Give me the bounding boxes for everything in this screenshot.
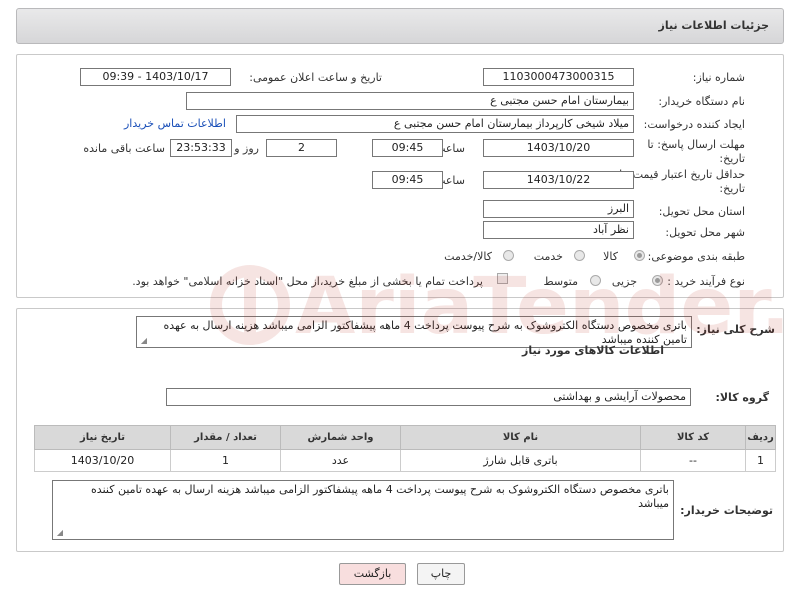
cell-need-date: 1403/10/20: [34, 449, 171, 472]
table-row[interactable]: 1 -- باتری قابل شارژ عدد 1 1403/10/20: [34, 449, 776, 472]
items-table: ردیف کد کالا نام کالا واحد شمارش تعداد /…: [34, 425, 776, 472]
deadline-time-field[interactable]: 09:45: [372, 139, 443, 157]
category-label: طبقه بندی موضوعی:: [647, 250, 745, 263]
requester-field[interactable]: میلاد شیخی کارپرداز بیمارستان امام حسن م…: [236, 115, 634, 133]
category-goods-radio[interactable]: [634, 250, 645, 261]
product-group-label: گروه کالا:: [715, 391, 769, 404]
deadline-date-label: تاریخ:: [719, 152, 745, 165]
category-service-radio[interactable]: [574, 250, 585, 261]
requester-label: ایجاد کننده درخواست:: [643, 118, 745, 131]
price-validity-date-label: تاریخ:: [719, 182, 745, 195]
announce-datetime-field[interactable]: 1403/10/17 - 09:39: [80, 68, 231, 86]
buyer-contact-link[interactable]: اطلاعات تماس خریدار: [124, 117, 226, 130]
resize-grip-icon[interactable]: ◢: [55, 529, 63, 537]
province-field[interactable]: البرز: [483, 200, 634, 218]
col-item-name: نام کالا: [400, 425, 641, 450]
category-service-label: خدمت: [533, 250, 563, 263]
need-number-label: شماره نیاز:: [692, 71, 745, 84]
deadline-label: مهلت ارسال پاسخ: تا: [647, 138, 745, 151]
buyer-org-field[interactable]: بیمارستان امام حسن مجتبی ع: [186, 92, 634, 110]
price-validity-time-field[interactable]: 09:45: [372, 171, 443, 189]
treasury-payment-checkbox[interactable]: [497, 273, 508, 284]
category-goods-service-label: کالا/خدمت: [444, 250, 492, 263]
product-group-field[interactable]: محصولات آرایشی و بهداشتی: [166, 388, 691, 406]
col-item-code: کد کالا: [640, 425, 746, 450]
summary-text: باتری مخصوص دستگاه الکتروشوک به شرح پیوس…: [163, 319, 687, 346]
col-row-number: ردیف: [745, 425, 776, 450]
deadline-date-field[interactable]: 1403/10/20: [483, 139, 634, 157]
print-button[interactable]: چاپ: [417, 563, 465, 585]
buyer-org-label: نام دستگاه خریدار:: [658, 95, 745, 108]
items-table-header: ردیف کد کالا نام کالا واحد شمارش تعداد /…: [34, 425, 776, 450]
treasury-payment-note: پرداخت تمام یا بخشی از مبلغ خرید،از محل …: [132, 275, 483, 288]
time-remaining-field[interactable]: 23:53:33: [170, 139, 232, 157]
cell-unit: عدد: [280, 449, 401, 472]
city-label: شهر محل تحویل:: [665, 226, 745, 239]
process-minor-radio[interactable]: [652, 275, 663, 286]
resize-grip-icon[interactable]: ◢: [139, 337, 147, 345]
cell-item-code: --: [640, 449, 746, 472]
buyer-notes-label: توضیحات خریدار:: [680, 504, 773, 517]
buyer-notes-text: باتری مخصوص دستگاه الکتروشوک به شرح پیوس…: [91, 483, 669, 510]
need-number-field[interactable]: 1103000473000315: [483, 68, 634, 86]
cell-item-name: باتری قابل شارژ: [400, 449, 641, 472]
price-validity-label: حداقل تاریخ اعتبار قیمت: تا: [619, 168, 745, 181]
cell-row-number: 1: [745, 449, 776, 472]
category-goods-label: کالا: [603, 250, 618, 263]
days-remaining-field[interactable]: 2: [266, 139, 337, 157]
process-type-label: نوع فرآیند خرید :: [667, 275, 745, 288]
process-medium-label: متوسط: [543, 275, 578, 288]
col-quantity: تعداد / مقدار: [170, 425, 281, 450]
col-unit: واحد شمارش: [280, 425, 401, 450]
page-header: جزئیات اطلاعات نیاز: [16, 8, 784, 44]
process-medium-radio[interactable]: [590, 275, 601, 286]
page-title: جزئیات اطلاعات نیاز: [658, 19, 770, 32]
days-label: روز و: [234, 142, 259, 155]
city-field[interactable]: نظر آباد: [483, 221, 634, 239]
announce-datetime-label: تاریخ و ساعت اعلان عمومی:: [249, 71, 382, 84]
back-button[interactable]: بازگشت: [339, 563, 406, 585]
time-remaining-label: ساعت باقی مانده: [83, 142, 165, 155]
price-validity-date-field[interactable]: 1403/10/22: [483, 171, 634, 189]
items-section-title: اطلاعات کالاهای مورد نیاز: [522, 344, 664, 357]
cell-quantity: 1: [170, 449, 281, 472]
buyer-notes-textarea[interactable]: باتری مخصوص دستگاه الکتروشوک به شرح پیوس…: [52, 480, 674, 540]
process-minor-label: جزیی: [611, 275, 637, 288]
summary-label: شرح کلی نیاز:: [696, 323, 775, 336]
province-label: استان محل تحویل:: [658, 205, 745, 218]
category-goods-service-radio[interactable]: [503, 250, 514, 261]
col-need-date: تاریخ نیاز: [34, 425, 171, 450]
